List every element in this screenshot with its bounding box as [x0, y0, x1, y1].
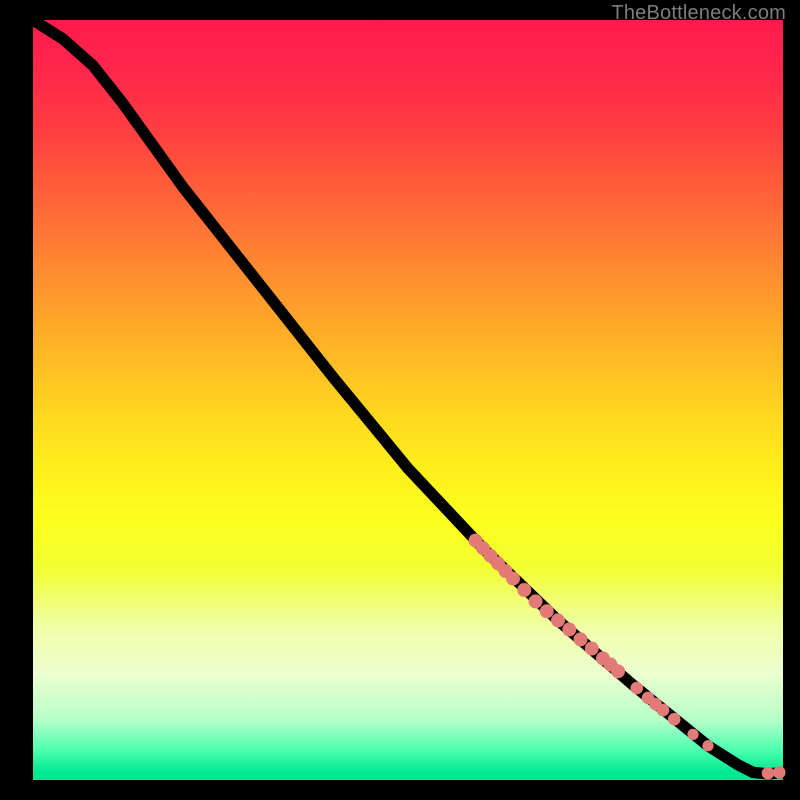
data-point — [611, 664, 625, 678]
bottleneck-curve — [33, 20, 783, 774]
data-point — [762, 767, 775, 780]
data-point — [529, 594, 543, 608]
chart-stage: TheBottleneck.com — [0, 0, 800, 800]
data-point — [687, 729, 698, 740]
data-point — [574, 632, 588, 646]
chart-svg — [33, 20, 783, 780]
data-point — [551, 613, 565, 627]
data-point — [506, 572, 520, 586]
data-point — [668, 713, 681, 726]
data-point — [657, 704, 670, 717]
data-point — [702, 740, 713, 751]
plot-area — [33, 20, 783, 780]
data-point — [562, 623, 576, 637]
data-point — [630, 682, 643, 695]
data-point — [517, 583, 531, 597]
data-point — [585, 642, 599, 656]
data-point — [540, 604, 554, 618]
data-point — [773, 766, 786, 779]
data-points — [469, 534, 786, 780]
